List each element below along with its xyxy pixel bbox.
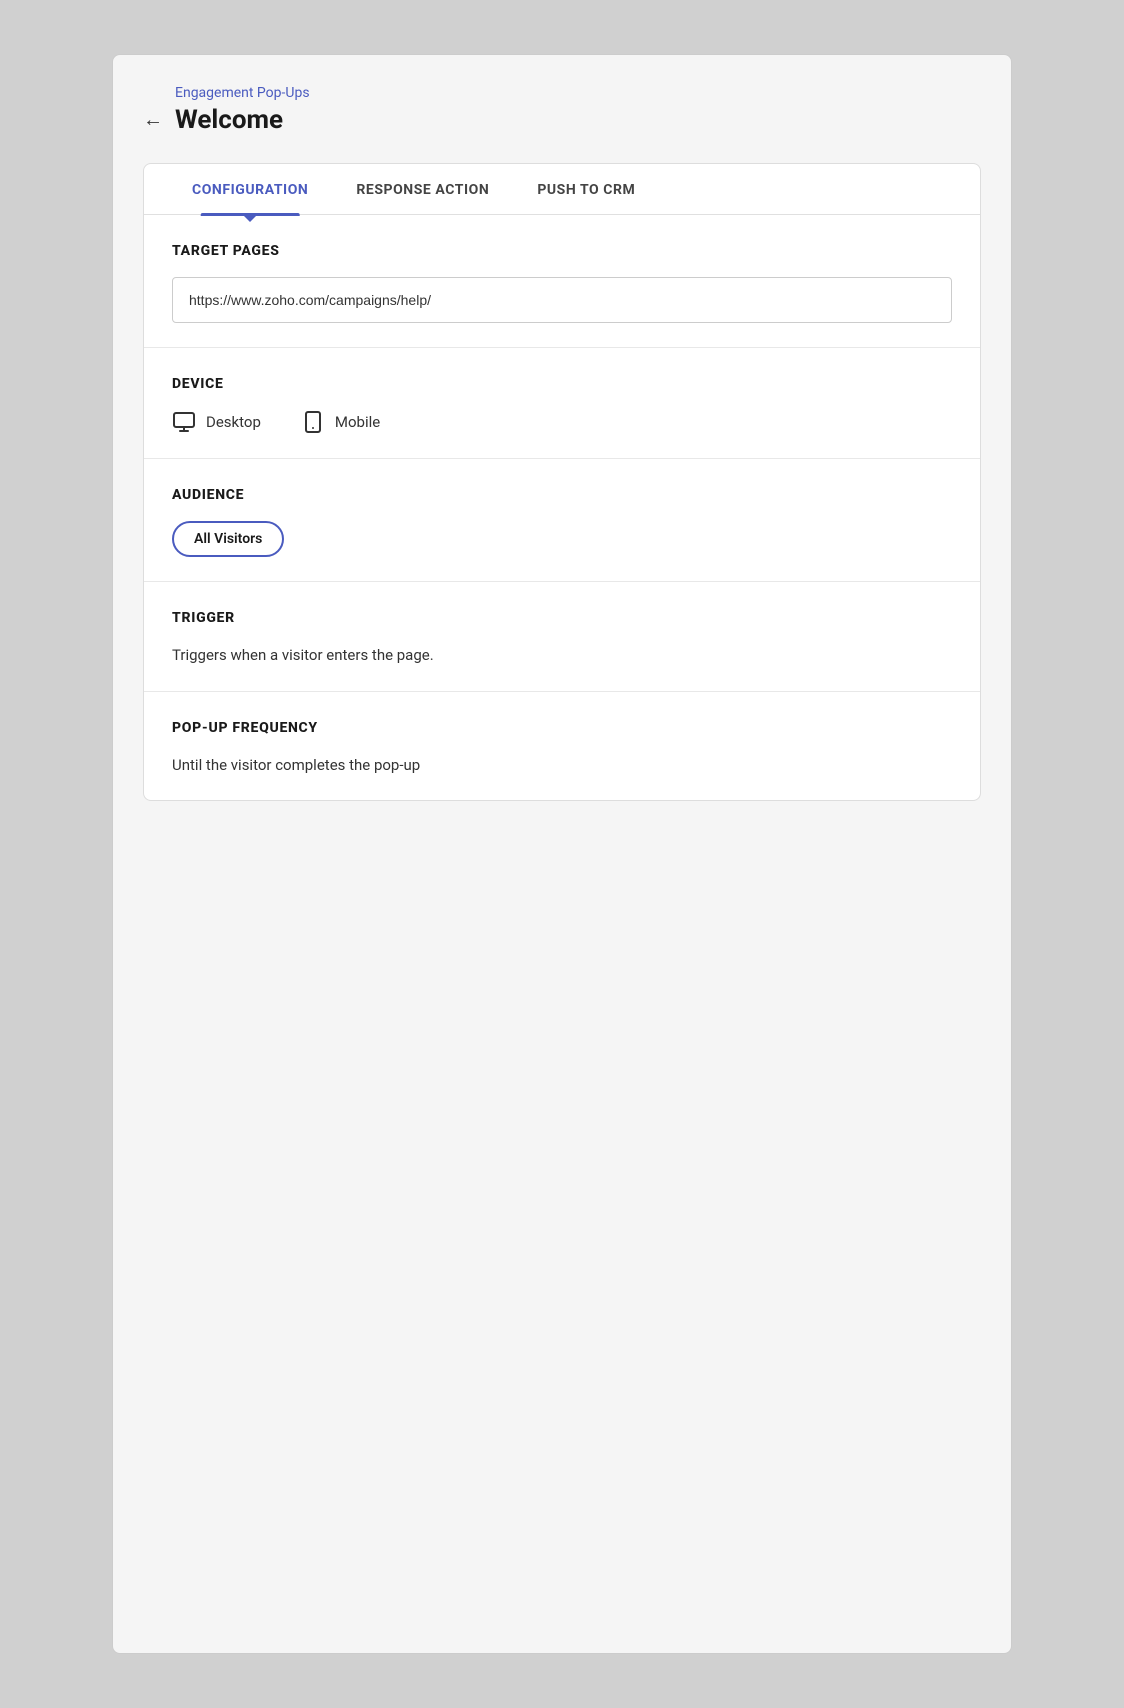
tab-push-to-crm[interactable]: PUSH TO CRM (513, 164, 659, 214)
popup-frequency-section: POP-UP FREQUENCY Until the visitor compl… (144, 692, 980, 801)
device-options: Desktop Mobile (172, 410, 952, 434)
trigger-title: TRIGGER (172, 610, 952, 626)
content-card: CONFIGURATION RESPONSE ACTION PUSH TO CR… (143, 163, 981, 801)
target-pages-section: TARGET PAGES (144, 215, 980, 348)
target-pages-input[interactable] (172, 277, 952, 323)
tab-configuration[interactable]: CONFIGURATION (168, 164, 332, 214)
desktop-icon (172, 410, 196, 434)
audience-section: AUDIENCE All Visitors (144, 459, 980, 582)
mobile-icon (301, 410, 325, 434)
page-title: Welcome (175, 105, 310, 135)
device-mobile-option[interactable]: Mobile (301, 410, 380, 434)
tab-active-indicator (242, 214, 258, 222)
device-title: DEVICE (172, 376, 952, 392)
popup-frequency-title: POP-UP FREQUENCY (172, 720, 952, 736)
header: ← Engagement Pop-Ups Welcome (143, 85, 981, 135)
popup-frequency-description: Until the visitor completes the pop-up (172, 754, 952, 777)
page-container: ← Engagement Pop-Ups Welcome CONFIGURATI… (112, 54, 1012, 1654)
trigger-section: TRIGGER Triggers when a visitor enters t… (144, 582, 980, 692)
back-button[interactable]: ← (143, 107, 163, 132)
header-text: Engagement Pop-Ups Welcome (175, 85, 310, 135)
audience-badge[interactable]: All Visitors (172, 521, 284, 557)
audience-title: AUDIENCE (172, 487, 952, 503)
tabs-container: CONFIGURATION RESPONSE ACTION PUSH TO CR… (144, 164, 980, 215)
breadcrumb[interactable]: Engagement Pop-Ups (175, 85, 310, 101)
device-section: DEVICE Desktop Mobile (144, 348, 980, 459)
target-pages-title: TARGET PAGES (172, 243, 952, 259)
tab-response-action[interactable]: RESPONSE ACTION (332, 164, 513, 214)
mobile-label: Mobile (335, 413, 380, 431)
desktop-label: Desktop (206, 413, 261, 431)
trigger-description: Triggers when a visitor enters the page. (172, 644, 952, 667)
device-desktop-option[interactable]: Desktop (172, 410, 261, 434)
